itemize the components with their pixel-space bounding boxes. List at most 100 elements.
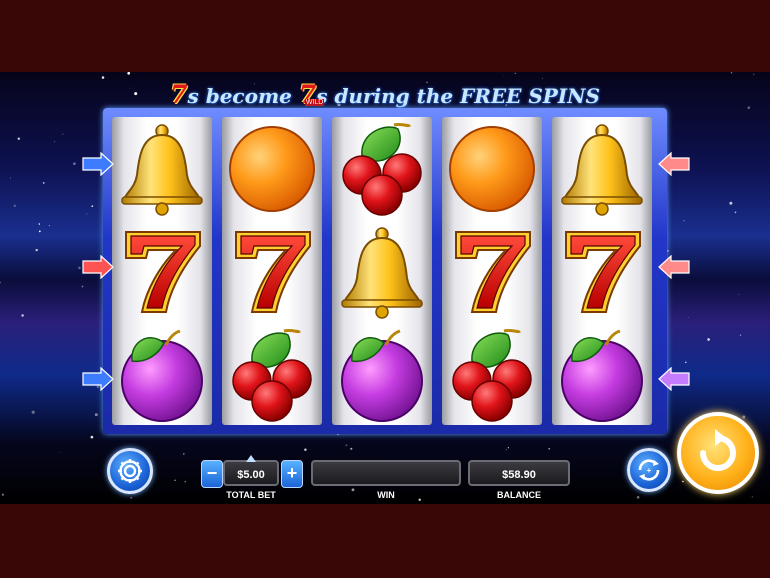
win-label: WIN xyxy=(377,490,395,500)
star xyxy=(734,211,737,214)
star xyxy=(685,361,687,364)
star xyxy=(226,503,228,504)
star xyxy=(730,72,733,74)
star xyxy=(304,448,307,451)
star xyxy=(505,449,507,451)
star xyxy=(90,435,94,439)
star xyxy=(738,293,740,295)
star xyxy=(751,496,753,498)
seven-symbol xyxy=(112,220,212,322)
star xyxy=(345,444,348,447)
cherry-symbol xyxy=(442,323,542,425)
banner-wild-tag: WILD xyxy=(304,99,325,106)
spin-arrow-icon xyxy=(700,429,736,471)
bet-caret-icon xyxy=(246,455,256,462)
bell-symbol xyxy=(332,220,432,322)
total-bet-display: $5.00 xyxy=(223,460,279,486)
orange-symbol xyxy=(222,117,322,219)
star xyxy=(0,281,1,284)
plum-symbol xyxy=(332,323,432,425)
banner-wild-seven: 7 WILD xyxy=(299,80,325,109)
autoplay-button[interactable]: + xyxy=(627,448,671,492)
star xyxy=(86,213,88,215)
win-display xyxy=(311,460,461,486)
star xyxy=(38,230,41,233)
star xyxy=(127,72,131,75)
banner-text-1: s become xyxy=(187,84,299,108)
cherry-symbol xyxy=(222,323,322,425)
reel-1 xyxy=(112,117,212,425)
autoplay-icon: + xyxy=(638,459,660,481)
payline-arrow-right-3 xyxy=(657,366,691,392)
total-bet-value: $5.00 xyxy=(237,469,265,481)
star xyxy=(503,74,505,76)
star xyxy=(636,496,640,499)
bell-symbol xyxy=(552,117,652,219)
balance-value: $58.90 xyxy=(502,469,536,481)
payline-arrow-right-1 xyxy=(657,151,691,177)
game-area: 7s become 7 WILD s during the FREE SPINS xyxy=(0,72,770,504)
settings-button[interactable] xyxy=(107,448,153,494)
star xyxy=(73,162,76,166)
star xyxy=(35,248,38,252)
star xyxy=(9,177,11,179)
star xyxy=(13,204,16,207)
svg-text:+: + xyxy=(647,466,652,475)
seven-symbol xyxy=(552,220,652,322)
star xyxy=(182,452,185,455)
star xyxy=(48,225,51,227)
star xyxy=(53,141,55,143)
banner-text-2: s during the FREE SPINS xyxy=(316,84,600,108)
star xyxy=(707,338,710,341)
total-bet-label: TOTAL BET xyxy=(226,490,276,500)
payline-arrow-left-2 xyxy=(81,254,115,280)
reel-5 xyxy=(552,117,652,425)
plum-symbol xyxy=(112,323,212,425)
star xyxy=(667,250,669,252)
banner-seven: 7 xyxy=(170,80,188,109)
star xyxy=(42,181,45,184)
reel-4 xyxy=(442,117,542,425)
orange-symbol xyxy=(442,117,542,219)
seven-symbol xyxy=(222,220,322,322)
star xyxy=(130,496,133,499)
seven-symbol xyxy=(442,220,542,322)
star xyxy=(1,493,5,496)
star xyxy=(101,76,105,79)
free-spins-banner: 7s become 7 WILD s during the FREE SPINS xyxy=(0,80,770,109)
star xyxy=(17,137,21,140)
balance-display: $58.90 xyxy=(468,460,570,486)
payline-arrow-left-1 xyxy=(81,151,115,177)
star xyxy=(94,413,98,417)
payline-arrow-right-2 xyxy=(657,254,691,280)
star xyxy=(548,447,550,450)
star xyxy=(31,410,35,414)
reel-frame xyxy=(103,108,667,434)
balance-label: BALANCE xyxy=(497,490,541,500)
bet-increase-button[interactable]: + xyxy=(281,460,303,488)
cherry-symbol xyxy=(332,117,432,219)
star xyxy=(729,201,733,205)
star xyxy=(91,205,94,208)
bet-decrease-button[interactable]: − xyxy=(201,460,223,488)
gear-icon xyxy=(118,459,142,483)
star xyxy=(507,447,509,449)
star xyxy=(174,479,176,481)
game-screen: 7s become 7WILDs during the FREE SPINS xyxy=(0,0,770,578)
star xyxy=(683,220,685,222)
star xyxy=(739,334,742,336)
plum-symbol xyxy=(552,323,652,425)
star xyxy=(514,72,516,74)
star xyxy=(21,314,24,317)
star xyxy=(81,285,84,288)
spin-button[interactable] xyxy=(677,412,759,494)
star xyxy=(688,317,689,319)
payline-arrow-left-3 xyxy=(81,366,115,392)
star xyxy=(58,452,60,454)
star xyxy=(542,77,543,79)
star xyxy=(350,447,353,450)
star xyxy=(62,133,64,135)
star xyxy=(753,73,755,75)
reel-2 xyxy=(222,117,322,425)
star xyxy=(184,481,186,483)
